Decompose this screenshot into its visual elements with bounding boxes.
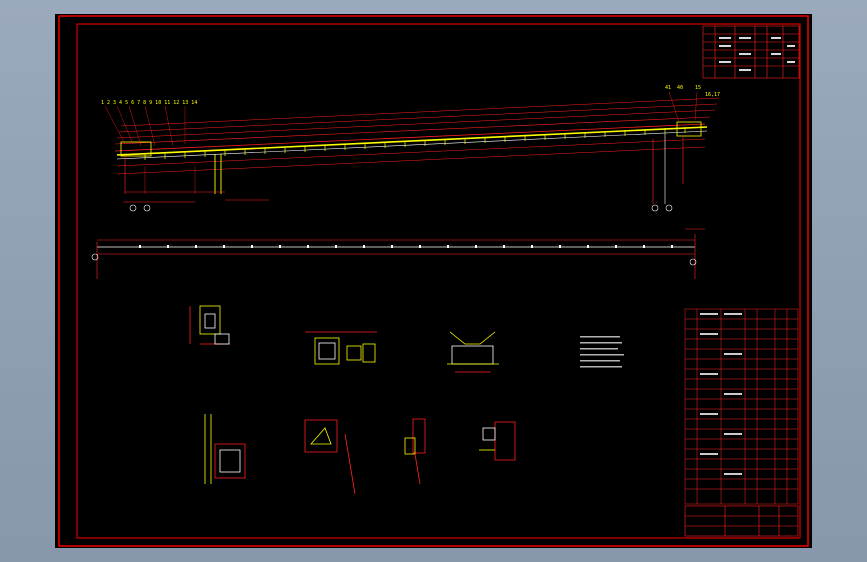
drawing-viewport[interactable]: 1 2 3 4 5 6 7 8 9 10 11 12 13 14 41 40 1… — [55, 14, 812, 548]
head-frame-detail-icon — [189, 305, 230, 345]
title-block-bottom-icon — [684, 505, 799, 537]
idler-icon — [447, 331, 499, 373]
callout-40: 40 — [677, 85, 683, 91]
section-detail-c-icon — [404, 418, 426, 485]
conveyor-elevation-icon — [114, 97, 720, 212]
callout-16-17: 16,17 — [705, 92, 720, 98]
cad-drawing: 1 2 3 4 5 6 7 8 9 10 11 12 13 14 41 40 1… — [58, 15, 809, 547]
conveyor-plan-icon — [91, 228, 705, 279]
notes-icon — [580, 336, 624, 368]
section-detail-d-icon — [479, 421, 516, 461]
drive-unit-icon — [305, 331, 377, 365]
section-detail-b-icon — [304, 419, 356, 495]
section-detail-a-icon — [204, 414, 246, 484]
callout-41: 41 — [665, 85, 671, 91]
callout-15: 15 — [695, 85, 701, 91]
callout-numbers-left: 1 2 3 4 5 6 7 8 9 10 11 12 13 14 — [101, 100, 197, 106]
outer-frame — [58, 15, 809, 547]
